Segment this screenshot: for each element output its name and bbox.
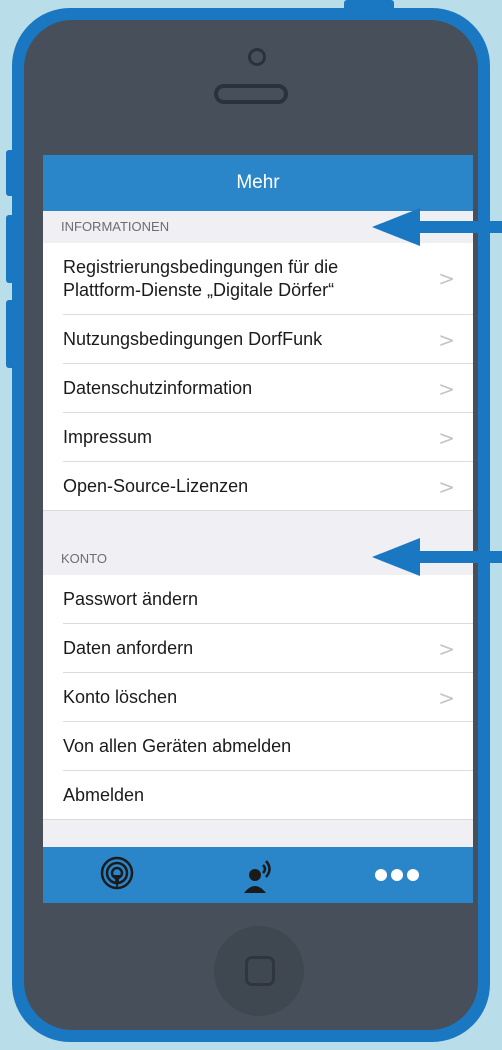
chevron-right-icon: > (438, 327, 455, 352)
broadcast-icon (100, 856, 134, 890)
list-item-label: Nutzungsbedingungen DorfFunk (63, 329, 323, 349)
arrow-left-icon (372, 538, 502, 576)
list-item-passwort-aendern[interactable]: Passwort ändern (43, 575, 473, 624)
chevron-right-icon: > (438, 474, 455, 499)
informationen-list: Registrierungsbedingungen für die Plattf… (43, 243, 473, 511)
page-title: Mehr (236, 172, 280, 193)
arrow-left-icon (372, 208, 502, 246)
list-item-datenschutz[interactable]: Datenschutzinformation > (43, 364, 473, 413)
list-item-label: Open-Source-Lizenzen (63, 476, 249, 496)
konto-list: Passwort ändern Daten anfordern > Konto … (43, 575, 473, 820)
person-speaking-icon (244, 860, 271, 893)
tab-bar (43, 847, 473, 903)
tab-mehr[interactable] (357, 847, 437, 903)
list-item-daten-anfordern[interactable]: Daten anfordern > (43, 624, 473, 673)
list-item-alle-geraete-abmelden[interactable]: Von allen Geräten abmelden (43, 722, 473, 771)
list-item-label: Registrierungsbedingungen für die Plattf… (63, 256, 338, 302)
app-screen: Mehr INFORMATIONEN Registrierungsbedingu… (43, 155, 473, 903)
list-item-label: Konto löschen (63, 687, 178, 707)
earpiece-speaker (214, 84, 288, 104)
list-item-label: Von allen Geräten abmelden (63, 736, 292, 756)
navigation-bar: Mehr (43, 155, 473, 211)
front-camera (248, 48, 266, 66)
list-item-label: Passwort ändern (63, 589, 199, 609)
chevron-right-icon: > (438, 636, 455, 661)
list-item-nutzungsbedingungen[interactable]: Nutzungsbedingungen DorfFunk > (43, 315, 473, 364)
tab-broadcast[interactable] (77, 847, 157, 903)
list-item-konto-loeschen[interactable]: Konto löschen > (43, 673, 473, 722)
power-button (344, 0, 394, 8)
home-square-icon (245, 956, 275, 986)
list-item-abmelden[interactable]: Abmelden (43, 771, 473, 820)
tab-dorffunk[interactable] (219, 847, 299, 903)
list-item-label: Impressum (63, 427, 153, 447)
list-item-impressum[interactable]: Impressum > (43, 413, 473, 462)
list-item-label: Daten anfordern (63, 638, 194, 658)
list-item-registrierungsbedingungen[interactable]: Registrierungsbedingungen für die Plattf… (43, 243, 473, 315)
more-dots-icon (375, 869, 419, 881)
label-line-2: Plattform-Dienste „Digitale Dörfer“ (63, 280, 335, 300)
chevron-right-icon: > (438, 685, 455, 710)
chevron-right-icon: > (438, 425, 455, 450)
list-item-label: Datenschutzinformation (63, 378, 253, 398)
chevron-right-icon: > (438, 376, 455, 401)
list-item-label: Abmelden (63, 785, 145, 805)
chevron-right-icon: > (438, 266, 455, 291)
label-line-1: Registrierungsbedingungen für die (63, 257, 339, 277)
list-item-open-source[interactable]: Open-Source-Lizenzen > (43, 462, 473, 511)
